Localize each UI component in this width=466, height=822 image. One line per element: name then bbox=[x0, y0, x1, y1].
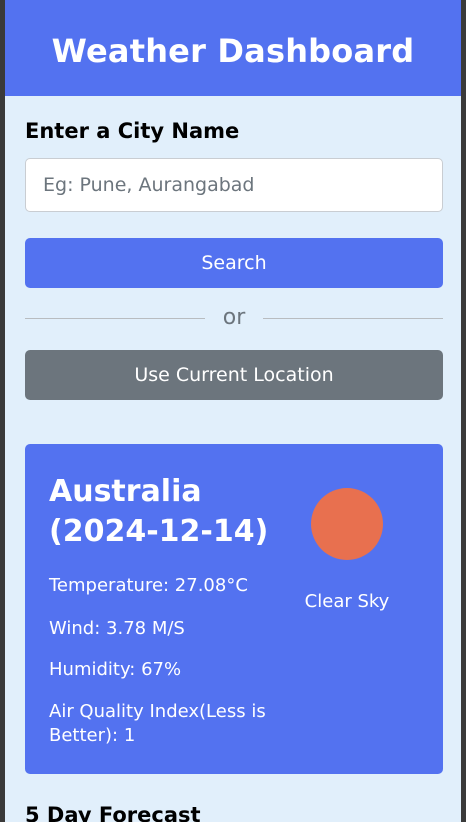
weather-title: Australia (2024-12-14) bbox=[49, 472, 289, 552]
city-search-input[interactable] bbox=[25, 158, 443, 212]
separator: or bbox=[25, 300, 443, 336]
use-current-location-button[interactable]: Use Current Location bbox=[25, 350, 443, 400]
page-title: Weather Dashboard bbox=[51, 32, 415, 70]
air-quality-text: Air Quality Index(Less is Better): 1 bbox=[49, 701, 266, 746]
city-input-label: Enter a City Name bbox=[25, 119, 240, 143]
search-button[interactable]: Search bbox=[25, 238, 443, 288]
humidity-text: Humidity: 67% bbox=[49, 659, 182, 680]
forecast-heading: 5 Day Forecast bbox=[25, 803, 201, 822]
separator-line-right bbox=[263, 318, 443, 319]
sun-icon bbox=[311, 488, 383, 560]
app-window: Weather Dashboard Enter a City Name Sear… bbox=[0, 0, 466, 822]
city-name: Australia bbox=[49, 474, 202, 509]
header: Weather Dashboard bbox=[5, 0, 461, 96]
current-weather-card: Australia (2024-12-14) Temperature: 27.0… bbox=[25, 444, 443, 774]
weather-condition: Clear Sky bbox=[304, 591, 390, 612]
temperature-text: Temperature: 27.08°C bbox=[49, 575, 248, 596]
wind-text: Wind: 3.78 M/S bbox=[49, 618, 185, 639]
weather-date: (2024-12-14) bbox=[49, 514, 269, 549]
